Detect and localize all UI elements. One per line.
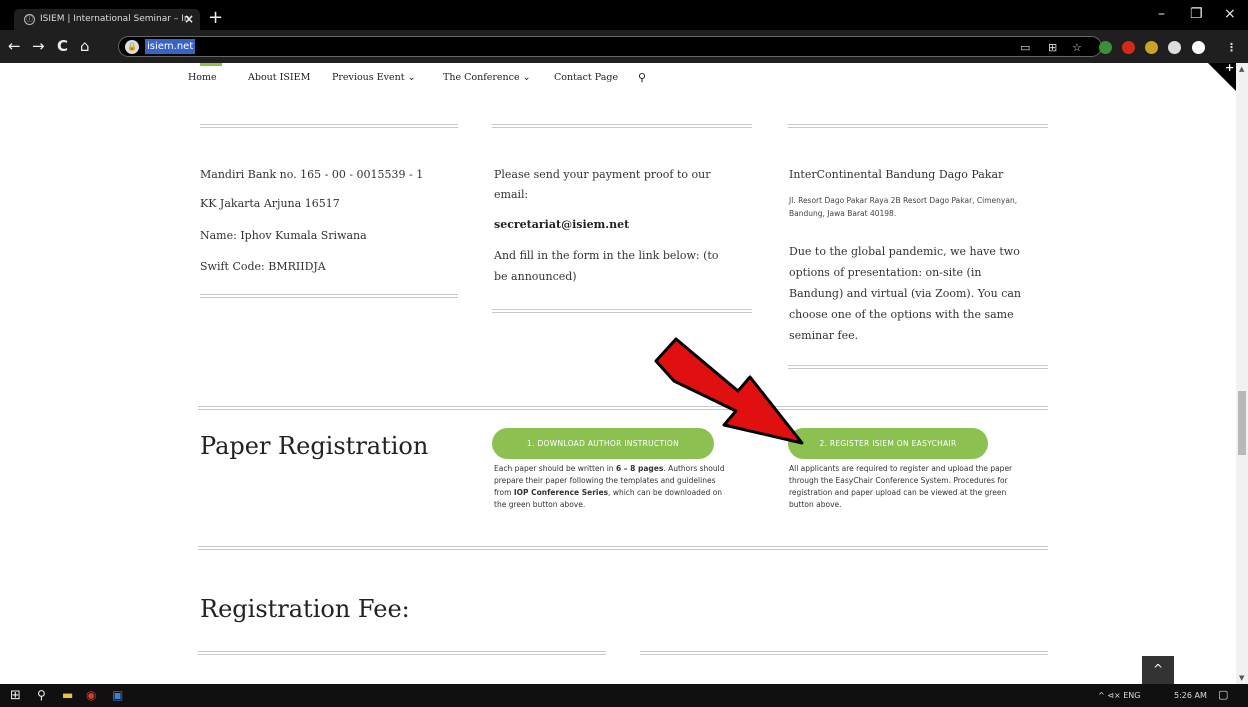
form-instruction-line1: And fill in the form in the link below: … [494, 249, 719, 262]
nav-contact[interactable]: Contact Page [554, 72, 618, 83]
search-icon[interactable]: ⚲ [37, 688, 46, 702]
divider [200, 124, 458, 128]
word-icon[interactable]: ▣ [112, 688, 123, 702]
profile-icon[interactable] [1192, 41, 1205, 54]
divider [198, 651, 606, 655]
bank-branch: KK Jakarta Arjuna 16517 [200, 197, 340, 210]
qr-code-icon[interactable]: ⊞ [1048, 41, 1057, 54]
extension-green-icon[interactable] [1099, 41, 1112, 54]
extensions-puzzle-icon[interactable] [1168, 41, 1181, 54]
divider [788, 365, 1048, 369]
easychair-instruction-line: button above. [789, 500, 842, 509]
easychair-instruction-line: registration and paper upload can be vie… [789, 488, 1007, 497]
windows-start-icon[interactable]: ⊞ [10, 688, 21, 703]
nav-about[interactable]: About ISIEM [248, 72, 310, 83]
reload-button[interactable]: C [57, 37, 68, 55]
divider [492, 309, 752, 313]
divider [640, 651, 1048, 655]
paper-registration-heading: Paper Registration [200, 432, 429, 460]
browser-menu-icon[interactable]: ⋮ [1226, 41, 1237, 54]
paper-instruction-text: Each paper should be written in 6 – 8 pa… [494, 463, 754, 511]
windows-taskbar: ⊞ ⚲ ▬ ◉ ▣ ^ ⊲× ENG 5:26 AM ▢ [0, 684, 1248, 707]
minimize-button[interactable]: – [1158, 6, 1165, 22]
chrome-icon[interactable]: ◉ [86, 688, 96, 702]
plus-icon[interactable]: + [1225, 61, 1234, 74]
divider [200, 294, 458, 298]
browser-toolbar: ← → C ⌂ 🔒 isiem.net [0, 30, 1248, 63]
easychair-instruction-line: All applicants are required to register … [789, 464, 1013, 473]
section-divider [198, 406, 1048, 410]
lock-icon[interactable]: 🔒 [125, 40, 139, 54]
back-to-top-button[interactable]: ^ [1142, 656, 1174, 684]
scroll-up-arrow-icon[interactable]: ▲ [1239, 65, 1244, 73]
scrollbar-thumb[interactable] [1238, 391, 1246, 455]
tab-title: ISIEM | International Seminar – In [40, 14, 190, 24]
paper-instruction-line: the green button above. [494, 500, 586, 509]
venue-name: InterContinental Bandung Dago Pakar [789, 168, 1004, 181]
new-tab-button[interactable]: + [208, 7, 223, 28]
paper-instruction-line: prepare their paper following the templa… [494, 476, 716, 485]
close-window-button[interactable]: × [1224, 6, 1236, 22]
section-divider [198, 546, 1048, 550]
text-run: . Authors should [663, 464, 725, 473]
paper-instruction-line: from IOP Conference Series, which can be… [494, 487, 754, 499]
easychair-instruction-text: All applicants are required to register … [789, 463, 1051, 511]
bank-account: Mandiri Bank no. 165 - 00 - 0015539 - 1 [200, 168, 424, 181]
nav-home[interactable]: Home [188, 72, 217, 83]
divider [788, 124, 1048, 128]
browser-tab-bar: ⓘ ISIEM | International Seminar – In × +… [0, 0, 1248, 30]
account-name: Name: Iphov Kumala Sriwana [200, 229, 367, 242]
cast-icon[interactable]: ▭ [1020, 41, 1030, 54]
nav-previous-event[interactable]: Previous Event ⌄ [332, 72, 416, 83]
notification-icon[interactable]: ▢ [1218, 688, 1228, 701]
extension-yellow-icon[interactable] [1145, 41, 1158, 54]
divider [492, 124, 752, 128]
browser-tab[interactable]: ⓘ ISIEM | International Seminar – In × [14, 9, 200, 30]
clock[interactable]: 5:26 AM [1174, 691, 1207, 700]
search-icon[interactable]: ⚲ [638, 71, 646, 84]
registration-fee-heading: Registration Fee: [200, 595, 410, 623]
swift-code: Swift Code: BMRIIDJA [200, 260, 326, 273]
iop-series: IOP Conference Series [513, 488, 609, 497]
pandemic-notice-line: options of presentation: on-site (in [789, 266, 982, 279]
easychair-instruction-line: through the EasyChair Conference System.… [789, 476, 1008, 485]
web-page [0, 63, 1236, 684]
url-text[interactable]: isiem.net [145, 39, 196, 54]
text-run: from [494, 488, 514, 497]
file-explorer-icon[interactable]: ▬ [62, 688, 73, 702]
register-easychair-button[interactable]: 2. REGISTER ISIEM ON EASYCHAIR [788, 428, 988, 459]
secretariat-email[interactable]: secretariat@isiem.net [494, 218, 629, 231]
paper-instruction-line: Each paper should be written in 6 – 8 pa… [494, 463, 754, 475]
close-tab-icon[interactable]: × [184, 12, 194, 26]
active-nav-indicator [200, 63, 222, 66]
maximize-button[interactable]: ❐ [1190, 6, 1203, 22]
bookmark-star-icon[interactable]: ☆ [1072, 41, 1082, 54]
pandemic-notice: Due to the global pandemic, we have two … [789, 241, 1049, 346]
forward-button[interactable]: → [32, 37, 45, 55]
scroll-down-arrow-icon[interactable]: ▼ [1239, 674, 1244, 682]
proof-instruction-line2: email: [494, 188, 529, 201]
pandemic-notice-line: Bandung) and virtual (via Zoom). You can [789, 287, 1022, 300]
venue-address-line2: Bandung, Jawa Barat 40198. [789, 209, 897, 218]
system-tray[interactable]: ^ ⊲× ENG [1098, 691, 1140, 700]
venue-address-line1: Jl. Resort Dago Pakar Raya 2B Resort Dag… [789, 196, 1018, 205]
page-scrollbar[interactable]: ▲ ▼ [1236, 63, 1248, 684]
red-pointer-arrow-icon [654, 337, 804, 445]
text-run: , which can be downloaded on [608, 488, 723, 497]
site-favicon-icon: ⓘ [24, 14, 35, 25]
address-bar[interactable]: 🔒 isiem.net [118, 36, 1102, 57]
page-count: 6 – 8 pages [615, 464, 664, 473]
home-button[interactable]: ⌂ [80, 37, 90, 55]
pandemic-notice-line: choose one of the options with the same [789, 308, 1014, 321]
text-run: Each paper should be written in [494, 464, 616, 473]
extension-red-icon[interactable] [1122, 41, 1135, 54]
pandemic-notice-line: Due to the global pandemic, we have two [789, 245, 1020, 258]
back-button[interactable]: ← [8, 37, 21, 55]
proof-instruction-line1: Please send your payment proof to our [494, 168, 711, 181]
pandemic-notice-line: seminar fee. [789, 329, 859, 342]
form-instruction-line2: be announced) [494, 270, 577, 283]
nav-the-conference[interactable]: The Conference ⌄ [443, 72, 531, 83]
